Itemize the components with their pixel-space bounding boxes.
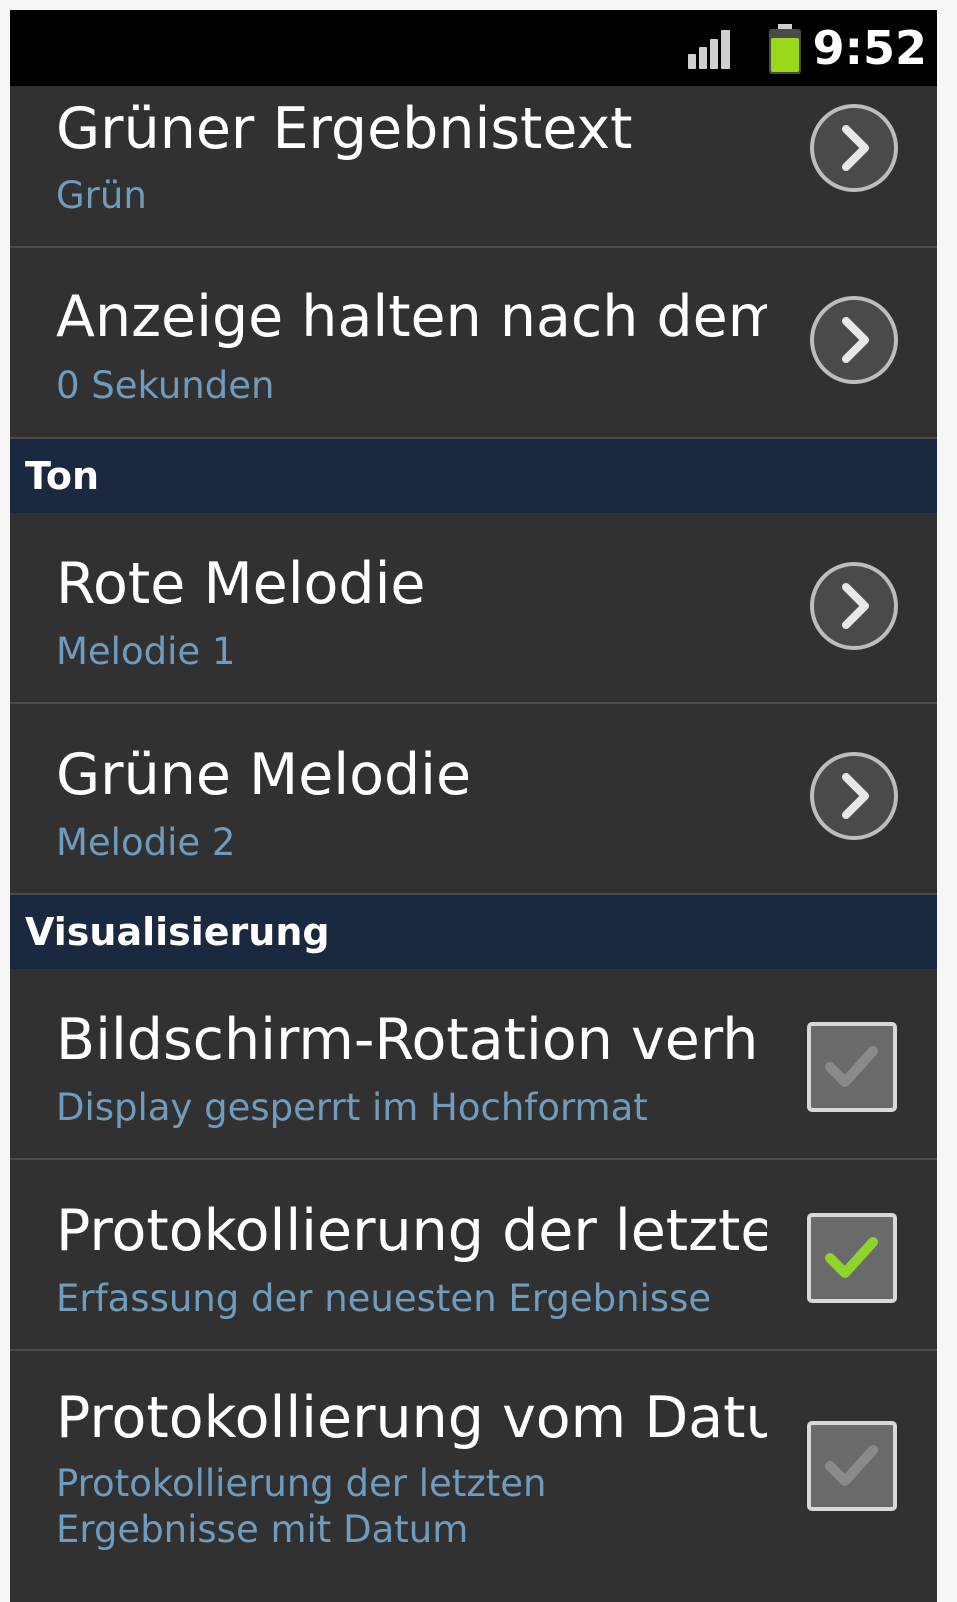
chevron-right-icon: [810, 752, 898, 840]
pref-title: Anzeige halten nach dem: [56, 284, 767, 350]
section-header-sound: Ton: [10, 439, 937, 513]
pref-green-melody[interactable]: Grüne Melodie Melodie 2: [10, 704, 937, 895]
checkbox-unchecked[interactable]: [806, 1021, 898, 1113]
pref-summary: 0 Sekunden: [56, 364, 275, 407]
section-header-visualization: Visualisierung: [10, 895, 937, 969]
pref-title: Rote Melodie: [56, 551, 426, 617]
pref-summary: Melodie 1: [56, 630, 236, 673]
checkbox-unchecked[interactable]: [806, 1420, 898, 1512]
pref-green-result-text[interactable]: Grüner Ergebnistext Grün: [10, 86, 937, 248]
pref-screen-rotation[interactable]: Bildschirm-Rotation verh Display gesperr…: [10, 969, 937, 1160]
pref-summary: Erfassung der neuesten Ergebnisse: [56, 1277, 712, 1320]
pref-title: Grüner Ergebnistext: [56, 96, 633, 162]
pref-summary: Grün: [56, 174, 147, 217]
pref-title: Grüne Melodie: [56, 742, 472, 808]
battery-icon: [769, 24, 801, 74]
chevron-right-icon: [810, 562, 898, 650]
pref-summary: Display gesperrt im Hochformat: [56, 1086, 648, 1129]
preference-list: Grüner Ergebnistext Grün Anzeige halten …: [10, 86, 937, 1581]
pref-title: Protokollierung vom Datu: [56, 1385, 767, 1451]
pref-log-date[interactable]: Protokollierung vom Datu Protokollierung…: [10, 1351, 937, 1581]
status-time: 9:52: [812, 21, 927, 75]
signal-bars-icon: [688, 30, 730, 69]
settings-screen: 9:52 Grüner Ergebnistext Grün Anzeige ha…: [10, 10, 937, 1602]
pref-title: Bildschirm-Rotation verh: [56, 1007, 759, 1073]
pref-hold-display[interactable]: Anzeige halten nach dem 0 Sekunden: [10, 248, 937, 439]
chevron-right-icon: [810, 104, 898, 192]
pref-title: Protokollierung der letzte: [56, 1198, 767, 1264]
pref-summary: Melodie 2: [56, 821, 236, 864]
pref-summary: Protokollierung der letzten Ergebnisse m…: [56, 1462, 547, 1551]
checkbox-checked[interactable]: [806, 1212, 898, 1304]
pref-log-latest[interactable]: Protokollierung der letzte Erfassung der…: [10, 1160, 937, 1351]
pref-red-melody[interactable]: Rote Melodie Melodie 1: [10, 513, 937, 704]
status-bar: 9:52: [10, 10, 937, 86]
chevron-right-icon: [810, 296, 898, 384]
